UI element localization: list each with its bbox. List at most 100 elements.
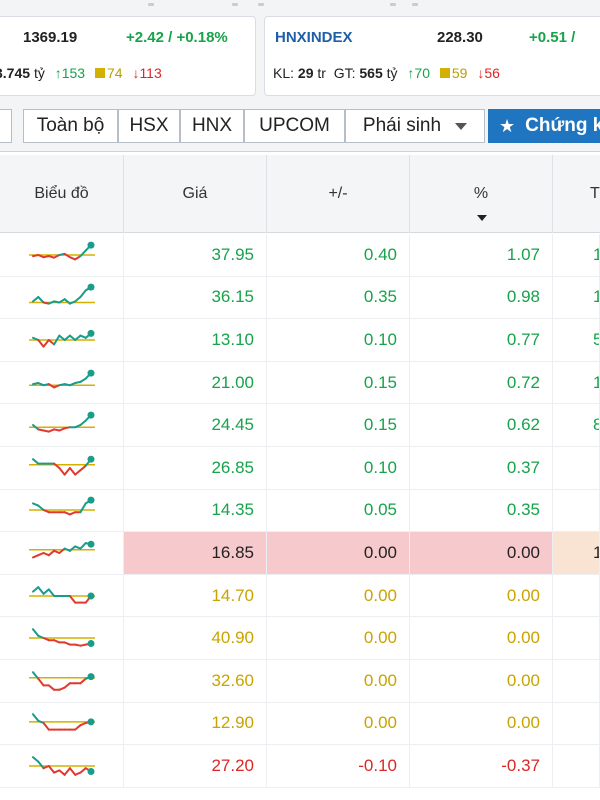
sparkline-segment: [42, 338, 50, 348]
header-price[interactable]: Giá: [124, 155, 267, 233]
sparkline-chart: [28, 540, 95, 559]
change-cell: 0.00: [267, 702, 410, 745]
declines-count: 113: [139, 65, 162, 81]
sparkline-segment: [78, 677, 87, 684]
sparkline-last-point: [87, 496, 94, 504]
table-row[interactable]: 21.000.150.721: [0, 361, 600, 405]
table-row[interactable]: 16.850.000.001: [0, 532, 600, 575]
table-row[interactable]: 26.85 0.10 0.37: [0, 446, 600, 490]
table-row[interactable]: 14.35 0.05 0.35: [0, 489, 600, 533]
tab-upcom[interactable]: UPCOM: [244, 109, 345, 143]
price-cell: 14.35: [124, 489, 267, 532]
sparkline-segment: [57, 769, 66, 776]
percent-cell: 0.98: [410, 276, 553, 319]
sparkline-last-point: [87, 718, 94, 726]
top-strip-dash: [412, 3, 418, 6]
tab-label: UPCOM: [259, 115, 330, 136]
sparkline-segment: [68, 466, 76, 476]
percent-cell: 0.00: [410, 574, 553, 617]
sparkline-segment: [63, 681, 71, 689]
chevron-down-icon: [455, 122, 468, 130]
table-row[interactable]: 24.450.150.628: [0, 404, 600, 447]
sparkline-segment: [42, 587, 50, 595]
sparkline-segment: [57, 466, 66, 476]
tab-derivatives[interactable]: Phái sinh: [345, 109, 485, 143]
header-percent[interactable]: %: [410, 155, 553, 233]
value-unit: tỷ: [33, 65, 45, 81]
header-chart[interactable]: Biểu đồ: [0, 155, 124, 233]
unchanged-count: 59: [451, 65, 468, 81]
sparkline-cell: [0, 319, 124, 361]
advances-count: 70: [414, 65, 430, 81]
top-strip-dash: [232, 3, 238, 6]
table-row[interactable]: 37.950.401.071: [0, 234, 600, 277]
tab-favorites[interactable]: ★ Chứng k: [488, 109, 600, 143]
sparkline-cell: [0, 532, 124, 574]
table-row[interactable]: 36.150.350.981: [0, 276, 600, 320]
sparkline-segment: [47, 549, 55, 557]
table-row[interactable]: 27.20 -0.10 -0.37: [0, 745, 600, 788]
index-card-vnindex[interactable]: 1369.19 +2.42 / +0.18% 3.745 tỷ ↑153 74 …: [0, 16, 256, 96]
sparkline-chart: [28, 670, 95, 691]
value-amount: 3.745: [0, 65, 31, 81]
index-change: +2.42 / +0.18%: [126, 29, 228, 46]
sparkline-chart: [28, 713, 95, 731]
sparkline-last-point: [87, 411, 94, 419]
header-change[interactable]: +/-: [267, 155, 410, 233]
sparkline-segment: [47, 764, 55, 774]
change-cell: 0.40: [267, 234, 410, 276]
table-row[interactable]: 40.90 0.00 0.00: [0, 617, 600, 660]
sparkline-last-point: [87, 329, 94, 337]
price-cell: 37.95: [124, 234, 267, 276]
sparkline-chart: [28, 329, 95, 348]
change-cell: 0.00: [267, 617, 410, 659]
table-row[interactable]: 14.70 0.00 0.00: [0, 574, 600, 618]
sparkline-segment: [47, 587, 55, 597]
header-next[interactable]: T: [553, 155, 600, 233]
index-card-hnxindex[interactable]: HNXINDEX 228.30 +0.51 / KL: 29 tr GT: 56…: [264, 16, 600, 96]
sparkline-segment: [36, 296, 45, 304]
sparkline-cell: [0, 361, 124, 404]
price-cell: 12.90: [124, 702, 267, 745]
price-cell: 16.85: [124, 532, 267, 574]
sparkline-chart: [28, 585, 95, 604]
sparkline-segment: [36, 585, 45, 595]
tab-hnx[interactable]: HNX: [180, 109, 244, 143]
next-cell: [553, 446, 600, 489]
tab-all[interactable]: Toàn bộ: [23, 109, 118, 143]
sparkline-chart: [28, 241, 95, 261]
tab-label: Phái sinh: [362, 115, 442, 136]
search-input-edge[interactable]: [0, 109, 12, 143]
square-icon: [439, 68, 450, 78]
value-label: GT:: [333, 65, 356, 81]
header-label: Giá: [182, 185, 208, 202]
sparkline-segment: [73, 468, 81, 476]
sparkline-cell: [0, 617, 124, 659]
sparkline-cell: [0, 276, 124, 319]
next-cell: [553, 659, 600, 702]
tab-hsx[interactable]: HSX: [118, 109, 180, 143]
square-icon: [94, 68, 105, 78]
sparkline-chart: [28, 283, 95, 305]
sparkline-segment: [78, 767, 87, 774]
top-strip: [0, 0, 600, 10]
table-row[interactable]: 13.100.100.775: [0, 319, 600, 362]
sparkline-last-point: [87, 241, 94, 249]
header-label: T: [590, 185, 600, 202]
table-row[interactable]: 32.60 0.00 0.00: [0, 659, 600, 703]
volume-label: KL:: [273, 65, 295, 81]
top-strip-dash: [390, 3, 396, 6]
change-cell: 0.05: [267, 489, 410, 532]
sparkline-last-point: [87, 540, 94, 548]
sparkline-segment: [31, 457, 39, 465]
sparkline-segment: [78, 464, 87, 471]
declines-count: 56: [484, 65, 500, 81]
sparkline-last-point: [87, 283, 94, 291]
change-cell: 0.15: [267, 361, 410, 404]
sparkline-last-point: [87, 592, 94, 600]
change-cell: 0.00: [267, 574, 410, 617]
sparkline-segment: [78, 289, 87, 299]
change-cell: 0.00: [267, 532, 410, 574]
sparkline-segment: [78, 502, 87, 514]
table-row[interactable]: 12.90 0.00 0.00: [0, 702, 600, 746]
